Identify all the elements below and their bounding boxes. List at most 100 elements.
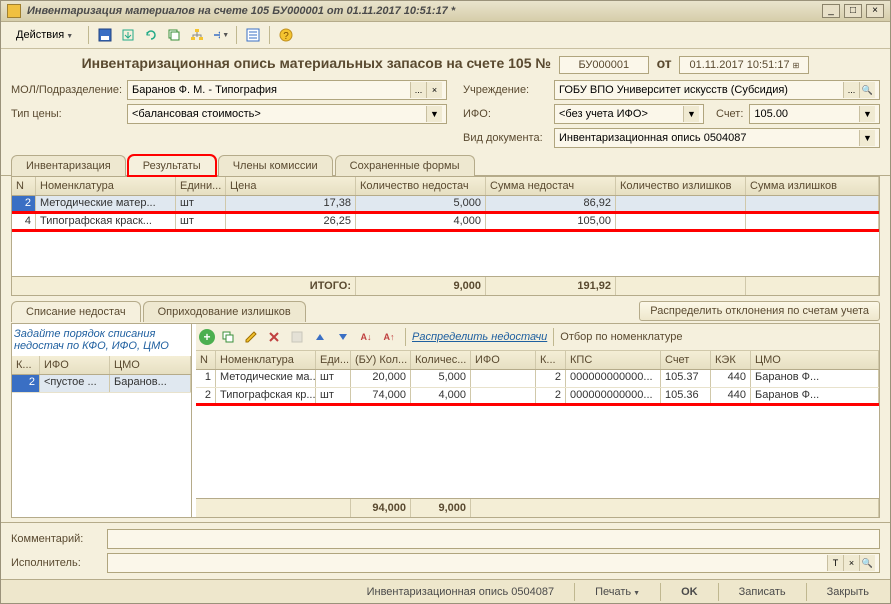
doc-date-field[interactable]: 01.11.2017 10:51:17 ⊞ (679, 56, 809, 74)
table-row[interactable]: 4 Типографская краск... шт 26,25 4,000 1… (12, 214, 879, 232)
col-ifo[interactable]: ИФО (40, 356, 110, 374)
open-icon[interactable]: 🔍 (859, 555, 875, 571)
col-sum-surplus[interactable]: Сумма излишков (746, 177, 879, 195)
detail-toolbar: + A↓ A↑ Распределить недостачи Отбор по … (196, 324, 879, 351)
tab-surplus-posting[interactable]: Оприходование излишков (143, 301, 306, 322)
edit-icon[interactable] (241, 327, 261, 347)
col-k2[interactable]: К... (536, 351, 566, 369)
table-row[interactable]: 2 <пустое ... Баранов... (12, 375, 191, 393)
sort-desc-icon[interactable]: A↑ (379, 327, 399, 347)
tab-inventory[interactable]: Инвентаризация (11, 155, 126, 176)
list-icon[interactable] (243, 25, 263, 45)
mol-label: МОЛ/Подразделение: (11, 84, 121, 96)
dropdown-icon[interactable]: ▼ (683, 106, 699, 122)
actions-menu[interactable]: Действия▼ (7, 26, 82, 44)
ok-button[interactable]: OK (670, 583, 709, 601)
col-unit2[interactable]: Еди... (316, 351, 351, 369)
results-grid: N Номенклатура Едини... Цена Количество … (11, 176, 880, 296)
add-copy-icon[interactable] (218, 327, 238, 347)
account-input[interactable]: 105.00▼ (749, 104, 880, 124)
tab-commission[interactable]: Члены комиссии (218, 155, 333, 176)
executor-input[interactable]: T×🔍 (107, 553, 880, 573)
comment-input[interactable] (107, 529, 880, 549)
col-unit[interactable]: Едини... (176, 177, 226, 195)
distribute-shortage-link[interactable]: Распределить недостачи (412, 331, 547, 343)
table-row[interactable]: 1 Методические ма... шт 20,000 5,000 2 0… (196, 370, 879, 388)
col-kek[interactable]: КЭК (711, 351, 751, 369)
main-tabs: Инвентаризация Результаты Члены комиссии… (1, 150, 890, 176)
close-window-button[interactable]: Закрыть (816, 583, 880, 601)
comment-label: Комментарий: (11, 533, 101, 545)
up-icon[interactable] (310, 327, 330, 347)
col-price[interactable]: Цена (226, 177, 356, 195)
doctype-input[interactable]: Инвентаризационная опись 0504087▼ (554, 128, 880, 148)
col-sum-shortage[interactable]: Сумма недостач (486, 177, 616, 195)
col-cmo[interactable]: ЦМО (110, 356, 191, 374)
col-cmo2[interactable]: ЦМО (751, 351, 879, 369)
col-nomenclature[interactable]: Номенклатура (36, 177, 176, 195)
col-acct[interactable]: Счет (661, 351, 711, 369)
nav-icon[interactable]: ▼ (210, 25, 230, 45)
print-menu[interactable]: Печать▼ (584, 583, 651, 601)
doc-number-field[interactable]: БУ000001 (559, 56, 649, 74)
org-label: Учреждение: (463, 84, 548, 96)
col-bu-qty[interactable]: (БУ) Кол... (351, 351, 411, 369)
left-hint: Задайте порядок списания недостач по КФО… (12, 324, 191, 356)
table-row[interactable]: 2 Типографская кр... шт 74,000 4,000 2 0… (196, 388, 879, 406)
refresh-icon[interactable] (141, 25, 161, 45)
lookup-icon[interactable]: ... (410, 82, 426, 98)
col-qty-surplus[interactable]: Количество излишков (616, 177, 746, 195)
export-icon[interactable] (118, 25, 138, 45)
col-kps[interactable]: КПС (566, 351, 661, 369)
mol-input[interactable]: Баранов Ф. М. - Типография...× (127, 80, 447, 100)
executor-label: Исполнитель: (11, 557, 101, 569)
ifo-label: ИФО: (463, 108, 548, 120)
tab-writeoff[interactable]: Списание недостач (11, 301, 141, 322)
account-label: Счет: (716, 108, 743, 120)
ifo-input[interactable]: <без учета ИФО>▼ (554, 104, 704, 124)
table-row[interactable]: 2 Методические матер... шт 17,38 5,000 8… (12, 196, 879, 214)
minimize-button[interactable]: _ (822, 4, 840, 18)
sort-asc-icon[interactable]: A↓ (356, 327, 376, 347)
col-n[interactable]: N (12, 177, 36, 195)
down-icon[interactable] (333, 327, 353, 347)
col-qty-shortage[interactable]: Количество недостач (356, 177, 486, 195)
window-title: Инвентаризация материалов на счете 105 Б… (27, 5, 822, 17)
price-type-input[interactable]: <балансовая стоимость>▼ (127, 104, 447, 124)
save-icon[interactable] (95, 25, 115, 45)
help-icon[interactable]: ? (276, 25, 296, 45)
col-ifo2[interactable]: ИФО (471, 351, 536, 369)
distribute-deviations-button[interactable]: Распределить отклонения по счетам учета (639, 301, 880, 321)
add-icon[interactable]: + (199, 329, 215, 345)
type-icon[interactable]: T (827, 555, 843, 571)
clear-icon[interactable]: × (843, 555, 859, 571)
delete-icon[interactable] (264, 327, 284, 347)
svg-text:?: ? (283, 31, 289, 42)
grid-footer: ИТОГО: 9,000 191,92 (12, 276, 879, 295)
clear-icon[interactable]: × (426, 82, 442, 98)
print-doc-link[interactable]: Инвентаризационная опись 0504087 (356, 583, 566, 601)
col-qty2[interactable]: Количес... (411, 351, 471, 369)
col-k[interactable]: К... (12, 356, 40, 374)
filter-by-nomenclature[interactable]: Отбор по номенклатуре (560, 331, 682, 343)
tab-results[interactable]: Результаты (128, 155, 216, 176)
from-label: от (657, 55, 672, 71)
tab-saved-forms[interactable]: Сохраненные формы (335, 155, 475, 176)
close-button[interactable]: × (866, 4, 884, 18)
grid-icon[interactable] (287, 327, 307, 347)
titlebar: Инвентаризация материалов на счете 105 Б… (1, 1, 890, 22)
window: Инвентаризация материалов на счете 105 Б… (0, 0, 891, 604)
dropdown-icon[interactable]: ▼ (859, 130, 875, 146)
open-icon[interactable]: 🔍 (859, 82, 875, 98)
dropdown-icon[interactable]: ▼ (859, 106, 875, 122)
grid-header: N Номенклатура Едини... Цена Количество … (12, 177, 879, 196)
col-nom2[interactable]: Номенклатура (216, 351, 316, 369)
maximize-button[interactable]: □ (844, 4, 862, 18)
dropdown-icon[interactable]: ▼ (426, 106, 442, 122)
copy-icon[interactable] (164, 25, 184, 45)
struct-icon[interactable] (187, 25, 207, 45)
lookup-icon[interactable]: ... (843, 82, 859, 98)
org-input[interactable]: ГОБУ ВПО Университет искусств (Субсидия)… (554, 80, 880, 100)
save-button[interactable]: Записать (728, 583, 797, 601)
col-n2[interactable]: N (196, 351, 216, 369)
